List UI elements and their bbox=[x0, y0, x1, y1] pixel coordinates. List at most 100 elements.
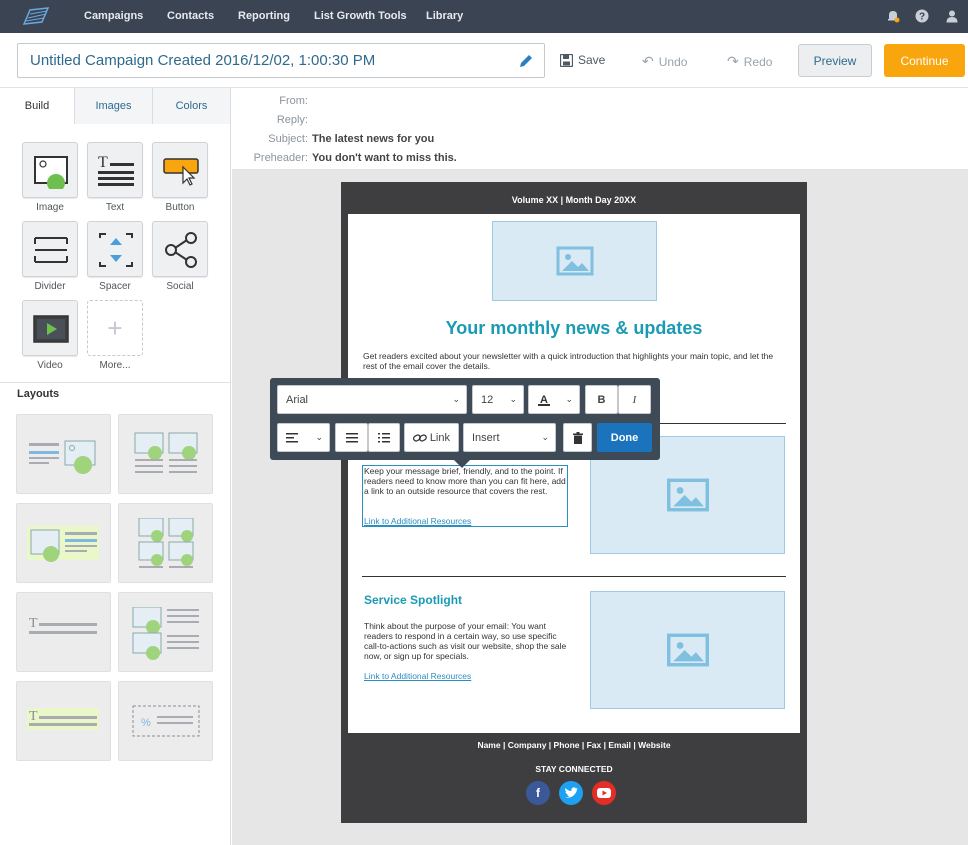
bullet-list-button[interactable] bbox=[335, 423, 368, 452]
layout-tile-text-image[interactable] bbox=[16, 414, 111, 494]
nav-library[interactable]: Library bbox=[426, 10, 463, 22]
subject-value[interactable]: The latest news for you bbox=[312, 133, 434, 145]
pencil-icon[interactable] bbox=[518, 53, 534, 69]
service-spotlight-heading[interactable]: Service Spotlight bbox=[364, 593, 462, 607]
more-blocks-button[interactable]: + bbox=[87, 300, 143, 356]
preheader-label: Preheader: bbox=[253, 152, 308, 164]
twitter-icon[interactable] bbox=[559, 781, 583, 805]
sidebar-tabs: Build Images Colors bbox=[0, 88, 230, 124]
font-size-value: 12 bbox=[481, 393, 494, 406]
numbered-list-button[interactable] bbox=[368, 423, 400, 452]
image-placeholder-icon bbox=[666, 633, 709, 667]
bell-icon[interactable] bbox=[886, 9, 900, 23]
redo-icon: ↷ bbox=[727, 53, 739, 69]
volume-date-line[interactable]: Volume XX | Month Day 20XX bbox=[341, 195, 807, 205]
floppy-icon bbox=[560, 53, 573, 67]
delete-button[interactable] bbox=[563, 423, 592, 452]
build-sidebar: Build Images Colors Image T Text Button bbox=[0, 88, 231, 845]
header-image-placeholder[interactable] bbox=[492, 221, 657, 301]
user-icon[interactable] bbox=[945, 9, 959, 23]
image-block[interactable] bbox=[22, 142, 78, 198]
text-selection-outline bbox=[362, 465, 568, 527]
youtube-icon[interactable] bbox=[592, 781, 616, 805]
font-family-select[interactable]: Arial ⌄ bbox=[277, 385, 467, 414]
campaign-name-text: Untitled Campaign Created 2016/12/02, 1:… bbox=[30, 52, 376, 69]
facebook-icon[interactable]: f bbox=[526, 781, 550, 805]
campaign-name-input[interactable]: Untitled Campaign Created 2016/12/02, 1:… bbox=[17, 43, 545, 78]
layout-tile-image-list[interactable] bbox=[118, 592, 213, 672]
from-label: From: bbox=[279, 95, 308, 107]
layout-text-only-icon: T bbox=[29, 616, 97, 634]
link-button[interactable]: Link bbox=[404, 423, 459, 452]
reply-label: Reply: bbox=[276, 114, 308, 126]
email-intro-text[interactable]: Get readers excited about your newslette… bbox=[363, 351, 788, 371]
layout-four-images-icon bbox=[138, 518, 194, 568]
stay-connected-label[interactable]: STAY CONNECTED bbox=[341, 764, 807, 774]
layout-tile-four-images[interactable] bbox=[118, 503, 213, 583]
layout-two-images-icon bbox=[134, 432, 198, 473]
layout-image-list-icon bbox=[132, 607, 199, 660]
help-icon[interactable]: ? bbox=[915, 9, 929, 23]
layouts-heading: Layouts bbox=[0, 382, 230, 405]
section2-image-placeholder[interactable] bbox=[590, 591, 785, 709]
section2-link[interactable]: Link to Additional Resources bbox=[364, 671, 471, 681]
preview-button[interactable]: Preview bbox=[798, 44, 872, 77]
plus-icon: + bbox=[107, 312, 123, 343]
tab-colors[interactable]: Colors bbox=[153, 88, 230, 124]
image-placeholder-icon bbox=[666, 478, 709, 512]
font-color-icon: A bbox=[538, 394, 550, 406]
save-button[interactable]: Save bbox=[560, 53, 605, 67]
campaign-title-bar: Untitled Campaign Created 2016/12/02, 1:… bbox=[0, 33, 968, 88]
redo-label: Redo bbox=[743, 54, 773, 69]
toolbar-pointer bbox=[454, 460, 470, 468]
preheader-value[interactable]: You don't want to miss this. bbox=[312, 152, 457, 164]
insert-select[interactable]: Insert ⌄ bbox=[463, 423, 556, 452]
svg-text:%: % bbox=[141, 717, 151, 729]
email-header-fields: From: Reply: Subject: The latest news fo… bbox=[232, 88, 968, 170]
italic-button[interactable]: I bbox=[618, 385, 651, 414]
nav-campaigns[interactable]: Campaigns bbox=[84, 10, 143, 22]
numbered-list-icon bbox=[378, 432, 390, 442]
list-icon bbox=[345, 432, 358, 442]
coupon-icon: % bbox=[132, 705, 200, 737]
text-block-icon: T bbox=[98, 154, 134, 186]
spacer-block-label: Spacer bbox=[99, 281, 131, 292]
image-block-label: Image bbox=[36, 202, 64, 213]
social-block[interactable] bbox=[152, 221, 208, 277]
trash-icon bbox=[572, 431, 583, 444]
video-block[interactable] bbox=[22, 300, 78, 356]
nav-list-growth-tools[interactable]: List Growth Tools bbox=[314, 10, 407, 22]
spacer-block[interactable] bbox=[87, 221, 143, 277]
font-size-select[interactable]: 12 ⌄ bbox=[472, 385, 524, 414]
layout-tile-two-images[interactable] bbox=[118, 414, 213, 494]
nav-reporting[interactable]: Reporting bbox=[238, 10, 290, 22]
tab-build[interactable]: Build bbox=[0, 88, 75, 124]
tab-images[interactable]: Images bbox=[75, 88, 153, 124]
layout-tile-coupon[interactable]: % bbox=[118, 681, 213, 761]
button-block[interactable] bbox=[152, 142, 208, 198]
font-color-select[interactable]: A ⌄ bbox=[528, 385, 580, 414]
done-button[interactable]: Done bbox=[597, 423, 652, 452]
undo-button[interactable]: ↶ Undo bbox=[642, 53, 687, 70]
undo-label: Undo bbox=[658, 54, 688, 69]
align-select[interactable]: ⌄ bbox=[277, 423, 330, 452]
logo-icon[interactable] bbox=[20, 6, 50, 26]
email-headline[interactable]: Your monthly news & updates bbox=[348, 318, 800, 339]
bold-button[interactable]: B bbox=[585, 385, 618, 414]
layout-text-image-icon bbox=[29, 440, 96, 474]
text-block[interactable]: T bbox=[87, 142, 143, 198]
divider-block[interactable] bbox=[22, 221, 78, 277]
redo-button[interactable]: ↷ Redo bbox=[727, 53, 772, 70]
continue-button[interactable]: Continue bbox=[884, 44, 965, 77]
social-block-label: Social bbox=[166, 281, 194, 292]
footer-contact-links[interactable]: Name | Company | Phone | Fax | Email | W… bbox=[341, 740, 807, 750]
layout-tile-image-text-highlight[interactable] bbox=[16, 503, 111, 583]
layout-tile-text-only[interactable]: T bbox=[16, 592, 111, 672]
text-block-label: Text bbox=[105, 202, 125, 213]
layout-tile-text-highlight[interactable]: T bbox=[16, 681, 111, 761]
svg-text:?: ? bbox=[919, 12, 925, 23]
nav-contacts[interactable]: Contacts bbox=[167, 10, 214, 22]
section2-text[interactable]: Think about the purpose of your email: Y… bbox=[364, 621, 570, 661]
divider-block-label: Divider bbox=[34, 281, 66, 292]
svg-text:T: T bbox=[98, 154, 108, 171]
